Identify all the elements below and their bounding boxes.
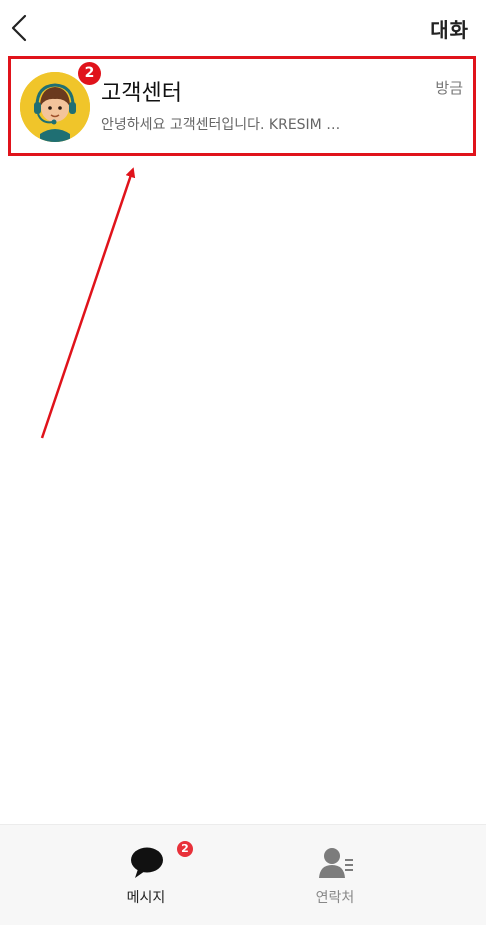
header-bar: 대화 bbox=[0, 0, 486, 56]
chevron-left-icon bbox=[11, 14, 27, 42]
nav-label-contacts: 연락처 bbox=[315, 890, 355, 906]
chat-preview: 안녕하세요 고객센터입니다. KRESIM … bbox=[101, 117, 341, 133]
chat-time: 방금 bbox=[435, 79, 463, 97]
chat-name: 고객센터 bbox=[101, 80, 182, 105]
back-button[interactable] bbox=[6, 10, 36, 46]
contact-person-icon bbox=[319, 848, 353, 878]
nav-unread-badge: 2 bbox=[177, 841, 193, 857]
unread-badge: 2 bbox=[78, 62, 101, 85]
nav-messages[interactable]: 2 메시지 bbox=[86, 825, 206, 925]
chat-bubble-icon bbox=[131, 847, 163, 878]
page-title: 대화 bbox=[430, 18, 469, 42]
chat-list-item[interactable]: 2 고객센터 방금 안녕하세요 고객센터입니다. KRESIM … bbox=[8, 56, 476, 156]
nav-contacts[interactable]: 연락처 bbox=[275, 825, 395, 925]
nav-label-messages: 메시지 bbox=[126, 890, 166, 906]
support-agent-avatar bbox=[20, 72, 90, 142]
bottom-nav: 2 메시지 연락처 bbox=[0, 824, 486, 925]
